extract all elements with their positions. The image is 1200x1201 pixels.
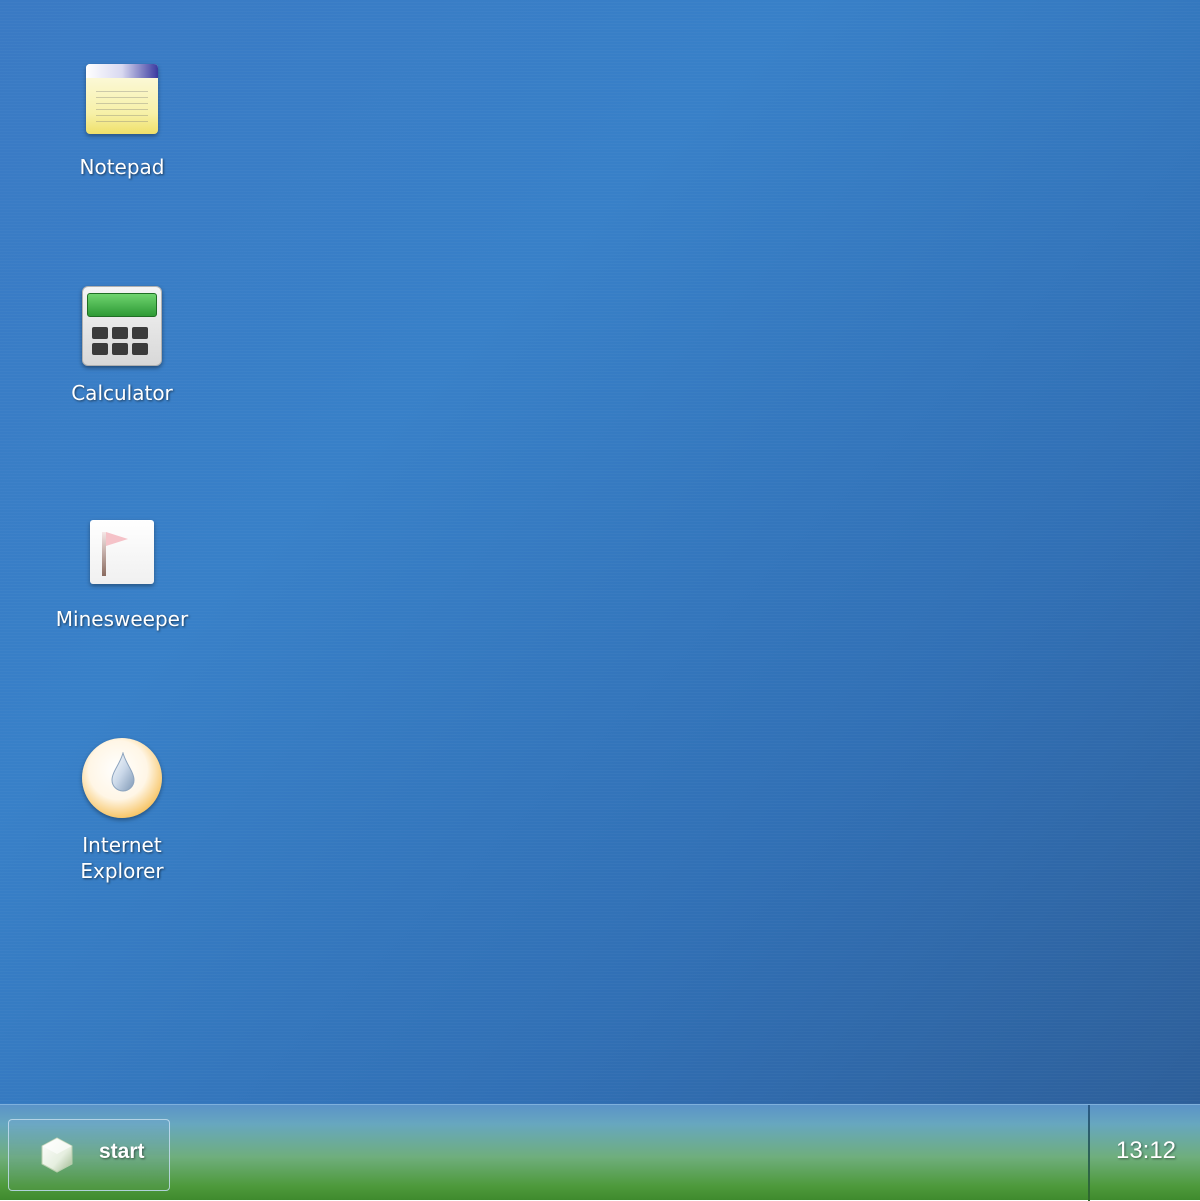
calculator-icon[interactable] xyxy=(80,284,164,368)
start-logo-icon xyxy=(41,1137,73,1173)
taskbar: start 13:12 xyxy=(0,1104,1200,1201)
minesweeper-icon[interactable] xyxy=(80,510,164,594)
desktop-icon-label: Minesweeper xyxy=(55,607,189,631)
desktop[interactable]: Notepad Calculator Minesweeper Internet … xyxy=(0,0,1200,1104)
system-clock[interactable]: 13:12 xyxy=(1096,1137,1196,1165)
desktop-icon-label: Internet Explorer xyxy=(80,833,164,883)
desktop-icon-label: Notepad xyxy=(79,155,165,179)
notepad-icon[interactable] xyxy=(80,58,164,142)
desktop-icon-internet-explorer[interactable]: Internet Explorer xyxy=(22,736,222,884)
desktop-icon-label: Calculator xyxy=(71,381,173,405)
tray-divider xyxy=(1088,1105,1090,1201)
internet-explorer-icon[interactable] xyxy=(80,736,164,820)
desktop-icon-notepad[interactable]: Notepad xyxy=(22,58,222,180)
start-label: start xyxy=(99,1140,145,1163)
desktop-icon-calculator[interactable]: Calculator xyxy=(22,284,222,406)
start-button[interactable]: start xyxy=(8,1119,170,1191)
desktop-icon-minesweeper[interactable]: Minesweeper xyxy=(22,510,222,632)
